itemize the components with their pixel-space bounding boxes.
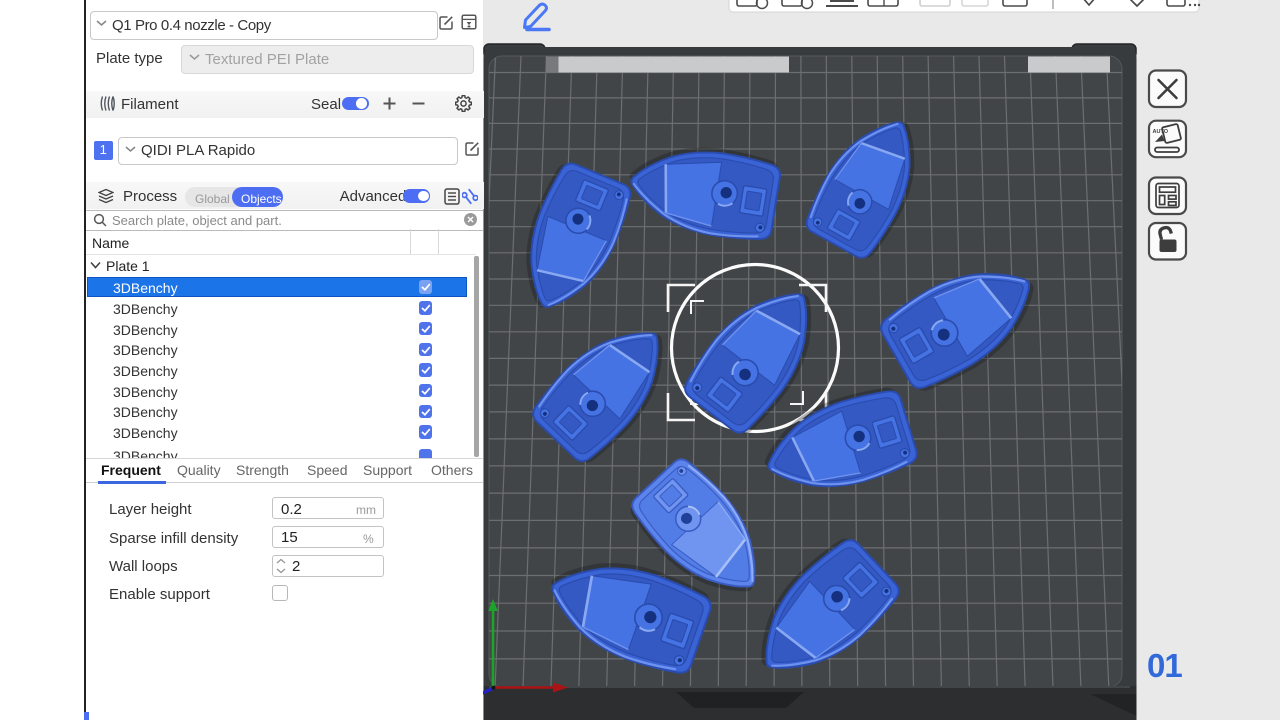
svg-text:AUTO: AUTO	[1153, 129, 1169, 135]
svg-text:01: 01	[1147, 647, 1182, 684]
